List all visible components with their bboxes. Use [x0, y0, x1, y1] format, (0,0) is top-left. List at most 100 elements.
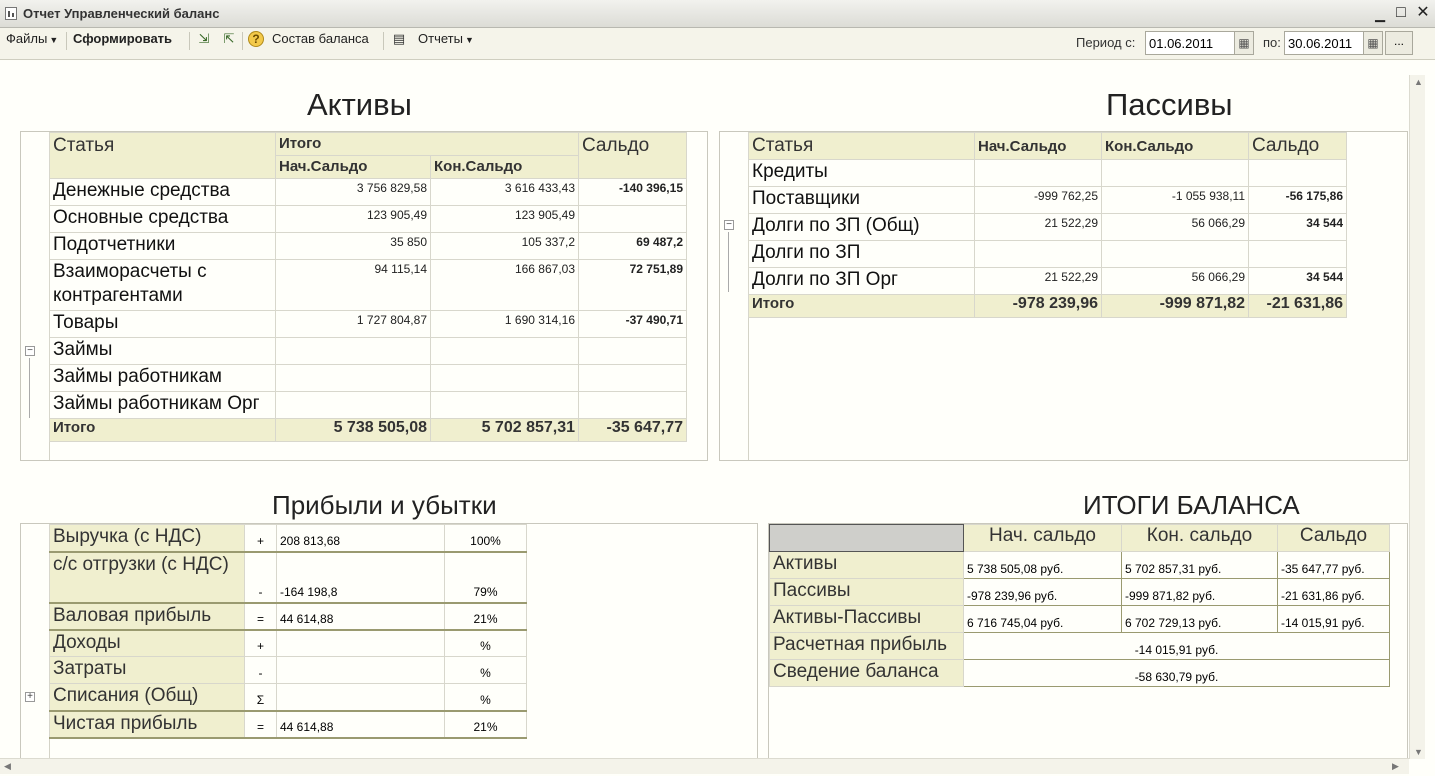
table-row[interactable]: Денежные средства 3 756 829,58 3 616 433…	[49, 178, 687, 206]
toolbar-separator	[189, 32, 190, 50]
collapse-icon[interactable]: −	[25, 346, 35, 356]
table-row[interactable]: Товары 1 727 804,87 1 690 314,16 -37 490…	[49, 310, 687, 338]
assets-panel: − Статья Итого Сальдо Нач.Сальдо Кон.Сал…	[20, 131, 708, 461]
total-row[interactable]: Итого 5 738 505,08 5 702 857,31 -35 647,…	[49, 418, 687, 442]
table-row[interactable]: Расчетная прибыль -14 015,91 руб.	[769, 632, 1390, 660]
calendar-icon[interactable]: ▦	[1234, 31, 1254, 55]
scroll-up-icon[interactable]: ▲	[1414, 77, 1423, 87]
cell-end: 1 690 314,16	[430, 310, 579, 338]
table-row[interactable]: Основные средства 123 905,49 123 905,49	[49, 205, 687, 233]
period-select-button[interactable]: ...	[1385, 31, 1413, 55]
row-label: Чистая прибыль	[49, 710, 245, 739]
row-label: Займы работникам Орг	[49, 391, 276, 419]
scroll-left-icon[interactable]: ◀	[4, 761, 11, 772]
table-row[interactable]: Доходы + %	[49, 629, 527, 657]
liabilities-header-item: Статья	[748, 132, 975, 160]
export-icon[interactable]: ⇱	[220, 30, 238, 48]
toolbar-separator	[383, 32, 384, 50]
row-label: Кредиты	[748, 159, 975, 187]
period-from-input[interactable]: 01.06.2011	[1145, 31, 1235, 55]
liabilities-header-start: Нач.Сальдо	[974, 132, 1102, 160]
report-content: Активы − Статья Итого Сальдо Нач.Сальдо …	[0, 61, 1435, 776]
row-label: Пассивы	[769, 578, 964, 606]
scroll-right-icon[interactable]: ▶	[1392, 761, 1399, 772]
sign-plus: +	[244, 524, 277, 553]
row-label: Взаиморасчеты с контрагентами	[49, 259, 276, 311]
totals-panel: Нач. сальдо Кон. сальдо Сальдо Активы 5 …	[768, 523, 1408, 759]
table-row[interactable]: Пассивы -978 239,96 руб. -999 871,82 руб…	[769, 578, 1390, 606]
cell-balance	[578, 364, 687, 392]
row-label: Долги по ЗП Орг	[748, 267, 975, 295]
minimize-icon[interactable]: ▁	[1370, 6, 1390, 24]
table-row[interactable]: Активы-Пассивы 6 716 745,04 руб. 6 702 7…	[769, 605, 1390, 633]
balance-composition-button[interactable]: Состав баланса	[272, 31, 369, 46]
reports-icon[interactable]: ▤	[390, 30, 408, 48]
files-menu[interactable]: Файлы ▼	[6, 31, 58, 46]
close-icon[interactable]: ✕	[1413, 4, 1433, 22]
totals-title: ИТОГИ БАЛАНСА	[1083, 490, 1300, 520]
total-start: -978 239,96	[974, 294, 1102, 318]
row-label: Выручка (с НДС)	[49, 524, 245, 553]
table-row[interactable]: с/с отгрузки (с НДС) - -164 198,8 79%	[49, 551, 527, 604]
maximize-icon[interactable]: □	[1391, 4, 1411, 22]
table-row[interactable]: Выручка (с НДС) + 208 813,68 100%	[49, 524, 527, 553]
table-row[interactable]: Списания (Общ) Σ %	[49, 683, 527, 712]
table-row[interactable]: Чистая прибыль = 44 614,88 21%	[49, 710, 527, 739]
cell-start: 6 716 745,04 руб.	[963, 605, 1122, 633]
cell-start	[974, 240, 1102, 268]
calendar-icon[interactable]: ▦	[1363, 31, 1383, 55]
cell-end: 56 066,29	[1101, 267, 1249, 295]
total-balance: -35 647,77	[578, 418, 687, 442]
sign-plus: +	[244, 629, 277, 657]
table-row[interactable]: Займы работникам	[49, 364, 687, 392]
cell-end: 123 905,49	[430, 205, 579, 233]
table-row[interactable]: Займы	[49, 337, 687, 365]
row-label: Займы работникам	[49, 364, 276, 392]
cell-end: -999 871,82 руб.	[1121, 578, 1278, 606]
assets-header-item: Статья	[49, 132, 276, 179]
horizontal-scrollbar[interactable]: ◀ ▶	[0, 758, 1409, 774]
vertical-scrollbar[interactable]: ▲ ▼	[1409, 75, 1425, 759]
sign-equals: =	[244, 710, 277, 739]
cell-balance	[1248, 240, 1347, 268]
cell-balance: -140 396,15	[578, 178, 687, 206]
table-row[interactable]: Затраты - %	[49, 656, 527, 684]
table-row[interactable]: Займы работникам Орг	[49, 391, 687, 419]
table-row[interactable]: Валовая прибыль = 44 614,88 21%	[49, 602, 527, 631]
table-row[interactable]: Сведение баланса -58 630,79 руб.	[769, 659, 1390, 687]
generate-button[interactable]: Сформировать	[73, 31, 172, 46]
expand-icon[interactable]: +	[25, 692, 35, 702]
tree-line	[29, 358, 30, 418]
import-icon[interactable]: ⇲	[195, 30, 213, 48]
row-label: Займы	[49, 337, 276, 365]
period-to-input[interactable]: 30.06.2011	[1284, 31, 1365, 55]
table-row[interactable]: Активы 5 738 505,08 руб. 5 702 857,31 ру…	[769, 551, 1390, 579]
row-label: Списания (Общ)	[49, 683, 245, 712]
row-label: Подотчетники	[49, 232, 276, 260]
scroll-down-icon[interactable]: ▼	[1414, 747, 1423, 757]
table-row[interactable]: Подотчетники 35 850 105 337,2 69 487,2	[49, 232, 687, 260]
cell-value: -164 198,8	[276, 551, 445, 604]
table-row[interactable]: Долги по ЗП Орг 21 522,29 56 066,29 34 5…	[748, 267, 1347, 295]
cell-balance: -21 631,86 руб.	[1277, 578, 1390, 606]
table-row[interactable]: Взаиморасчеты с контрагентами 94 115,14 …	[49, 259, 687, 311]
cell-start: 21 522,29	[974, 213, 1102, 241]
collapse-icon[interactable]: −	[724, 220, 734, 230]
table-row[interactable]: Долги по ЗП (Общ) 21 522,29 56 066,29 34…	[748, 213, 1347, 241]
cell-percent: %	[444, 656, 527, 684]
total-row[interactable]: Итого -978 239,96 -999 871,82 -21 631,86	[748, 294, 1347, 318]
row-label: Активы	[769, 551, 964, 579]
help-icon[interactable]: ?	[248, 31, 264, 47]
cell-value	[276, 656, 445, 684]
row-label: Доходы	[49, 629, 245, 657]
profit-title: Прибыли и убытки	[272, 490, 497, 520]
row-label: Долги по ЗП	[748, 240, 975, 268]
cell-value	[276, 629, 445, 657]
cell-balance: -56 175,86	[1248, 186, 1347, 214]
table-row[interactable]: Долги по ЗП	[748, 240, 1347, 268]
table-row[interactable]: Поставщики -999 762,25 -1 055 938,11 -56…	[748, 186, 1347, 214]
reports-menu[interactable]: Отчеты ▼	[418, 31, 474, 46]
row-label: с/с отгрузки (с НДС)	[49, 551, 245, 604]
table-row[interactable]: Кредиты	[748, 159, 1347, 187]
total-label: Итого	[49, 418, 276, 442]
